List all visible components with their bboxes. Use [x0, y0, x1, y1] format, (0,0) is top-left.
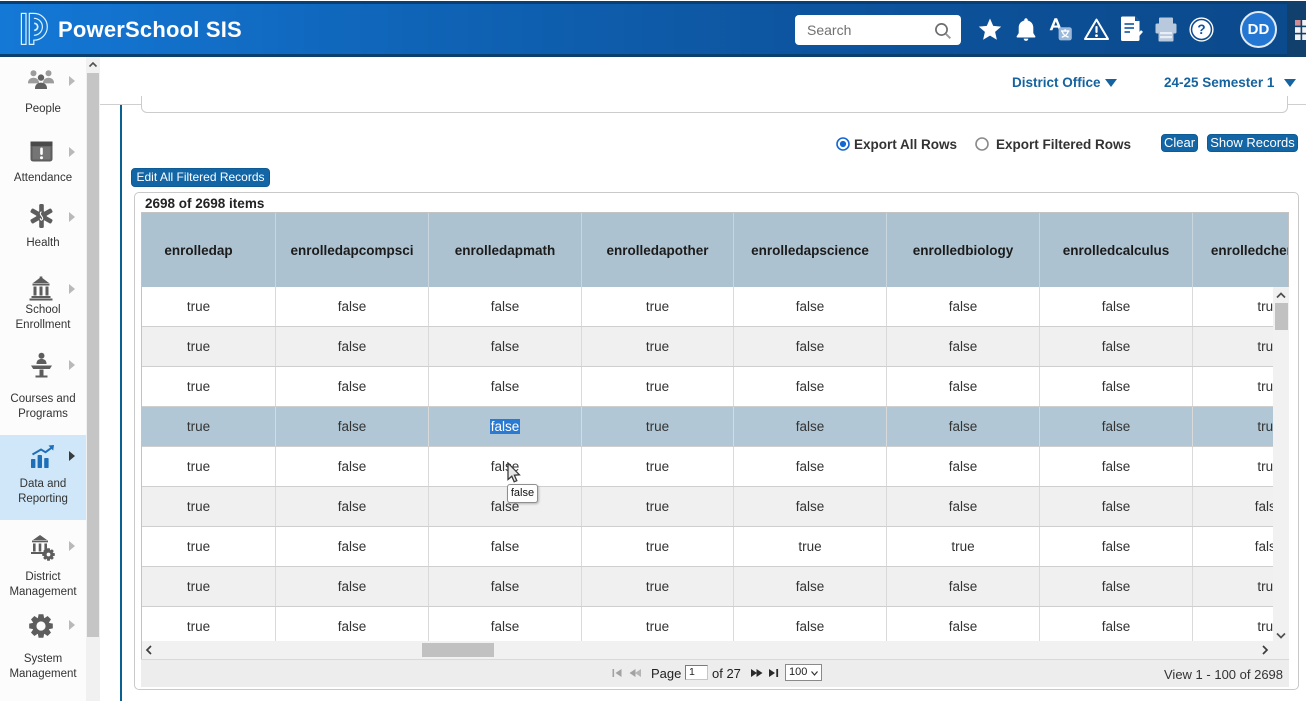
svg-text:?: ?	[1197, 22, 1205, 37]
